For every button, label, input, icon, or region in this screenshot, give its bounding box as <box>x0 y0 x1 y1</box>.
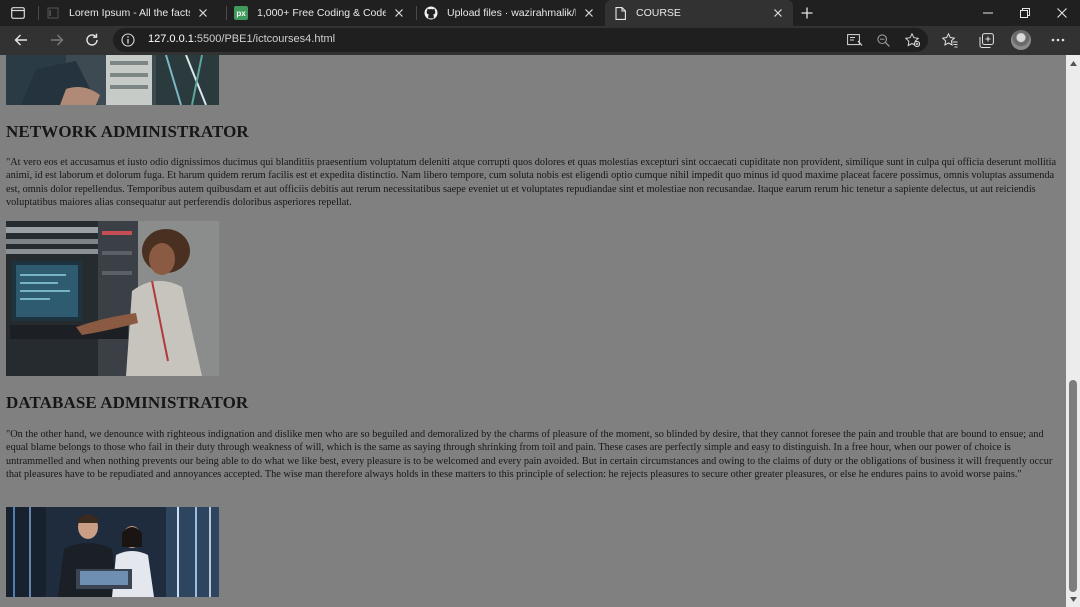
close-tab-icon[interactable] <box>582 6 596 20</box>
scroll-up-arrow-icon[interactable] <box>1069 59 1077 67</box>
tab-pexels[interactable]: px 1,000+ Free Coding & Code Ima <box>226 0 414 26</box>
arrow-left-icon <box>14 34 27 46</box>
pexels-favicon: px <box>234 6 248 20</box>
refresh-button[interactable] <box>80 29 104 51</box>
url-path: :5500/PBE1/ictcourses4.html <box>193 33 336 45</box>
browser-toolbar: 127.0.0.1:5500/PBE1/ictcourses4.html <box>0 26 1080 55</box>
tab-title: Lorem Ipsum - All the facts - Lip <box>69 7 190 19</box>
tab-strip: Lorem Ipsum - All the facts - Lip px 1,0… <box>0 0 1080 26</box>
section-text: "On the other hand, we denounce with rig… <box>6 429 1053 480</box>
tab-actions-button[interactable] <box>6 3 30 23</box>
url-host: 127.0.0.1 <box>148 33 194 45</box>
plus-icon <box>801 7 813 19</box>
tab-lorem-ipsum[interactable]: Lorem Ipsum - All the facts - Lip <box>38 0 218 26</box>
course-photo-network-admin <box>6 221 219 376</box>
tab-title: Upload files · wazirahmalik/PBE1 <box>447 7 576 19</box>
page-icon <box>613 6 627 20</box>
scroll-down-arrow-icon[interactable] <box>1069 595 1077 603</box>
course-photo-database-admin <box>6 507 219 597</box>
page-scrollbar[interactable] <box>1066 55 1080 607</box>
profile-avatar[interactable] <box>1011 30 1031 50</box>
tab-actions-icon <box>11 7 25 19</box>
close-tab-icon[interactable] <box>771 6 785 20</box>
arrow-right-icon <box>51 34 64 46</box>
collections-icon[interactable] <box>975 30 997 50</box>
close-window-button[interactable] <box>1044 0 1080 26</box>
forward-button[interactable] <box>45 29 69 51</box>
scrollbar-thumb[interactable] <box>1069 380 1077 592</box>
minimize-button[interactable] <box>970 0 1006 26</box>
favorites-icon[interactable] <box>939 30 961 50</box>
tab-title: COURSE <box>636 7 681 19</box>
course-photo-technician <box>6 55 219 105</box>
refresh-icon <box>86 33 98 46</box>
tab-course[interactable]: COURSE <box>605 0 793 26</box>
section-heading: DATABASE ADMINISTRATOR <box>6 393 249 412</box>
site-info-icon[interactable] <box>121 33 135 47</box>
url-text: 127.0.0.1:5500/PBE1/ictcourses4.html <box>148 33 335 45</box>
immersive-reader-icon[interactable] <box>845 31 865 49</box>
minimize-icon <box>983 12 993 14</box>
new-tab-button[interactable] <box>797 4 817 22</box>
page-viewport: NETWORK ADMINISTRATOR "At vero eos et ac… <box>0 55 1066 607</box>
close-tab-icon[interactable] <box>196 6 210 20</box>
restore-button[interactable] <box>1007 0 1043 26</box>
add-favorite-icon[interactable] <box>902 31 922 49</box>
section-heading: NETWORK ADMINISTRATOR <box>6 122 249 141</box>
more-options-icon[interactable] <box>1047 30 1069 50</box>
tab-title: 1,000+ Free Coding & Code Ima <box>257 7 386 19</box>
github-favicon <box>424 6 438 20</box>
close-icon <box>1057 8 1067 18</box>
restore-icon <box>1020 8 1030 18</box>
tab-github[interactable]: Upload files · wazirahmalik/PBE1 <box>416 0 604 26</box>
close-tab-icon[interactable] <box>392 6 406 20</box>
lipsum-favicon <box>46 6 60 20</box>
address-bar[interactable]: 127.0.0.1:5500/PBE1/ictcourses4.html <box>113 28 928 52</box>
back-button[interactable] <box>9 29 33 51</box>
section-text: "At vero eos et accusamus et iusto odio … <box>6 157 1057 208</box>
zoom-icon[interactable] <box>873 31 893 49</box>
